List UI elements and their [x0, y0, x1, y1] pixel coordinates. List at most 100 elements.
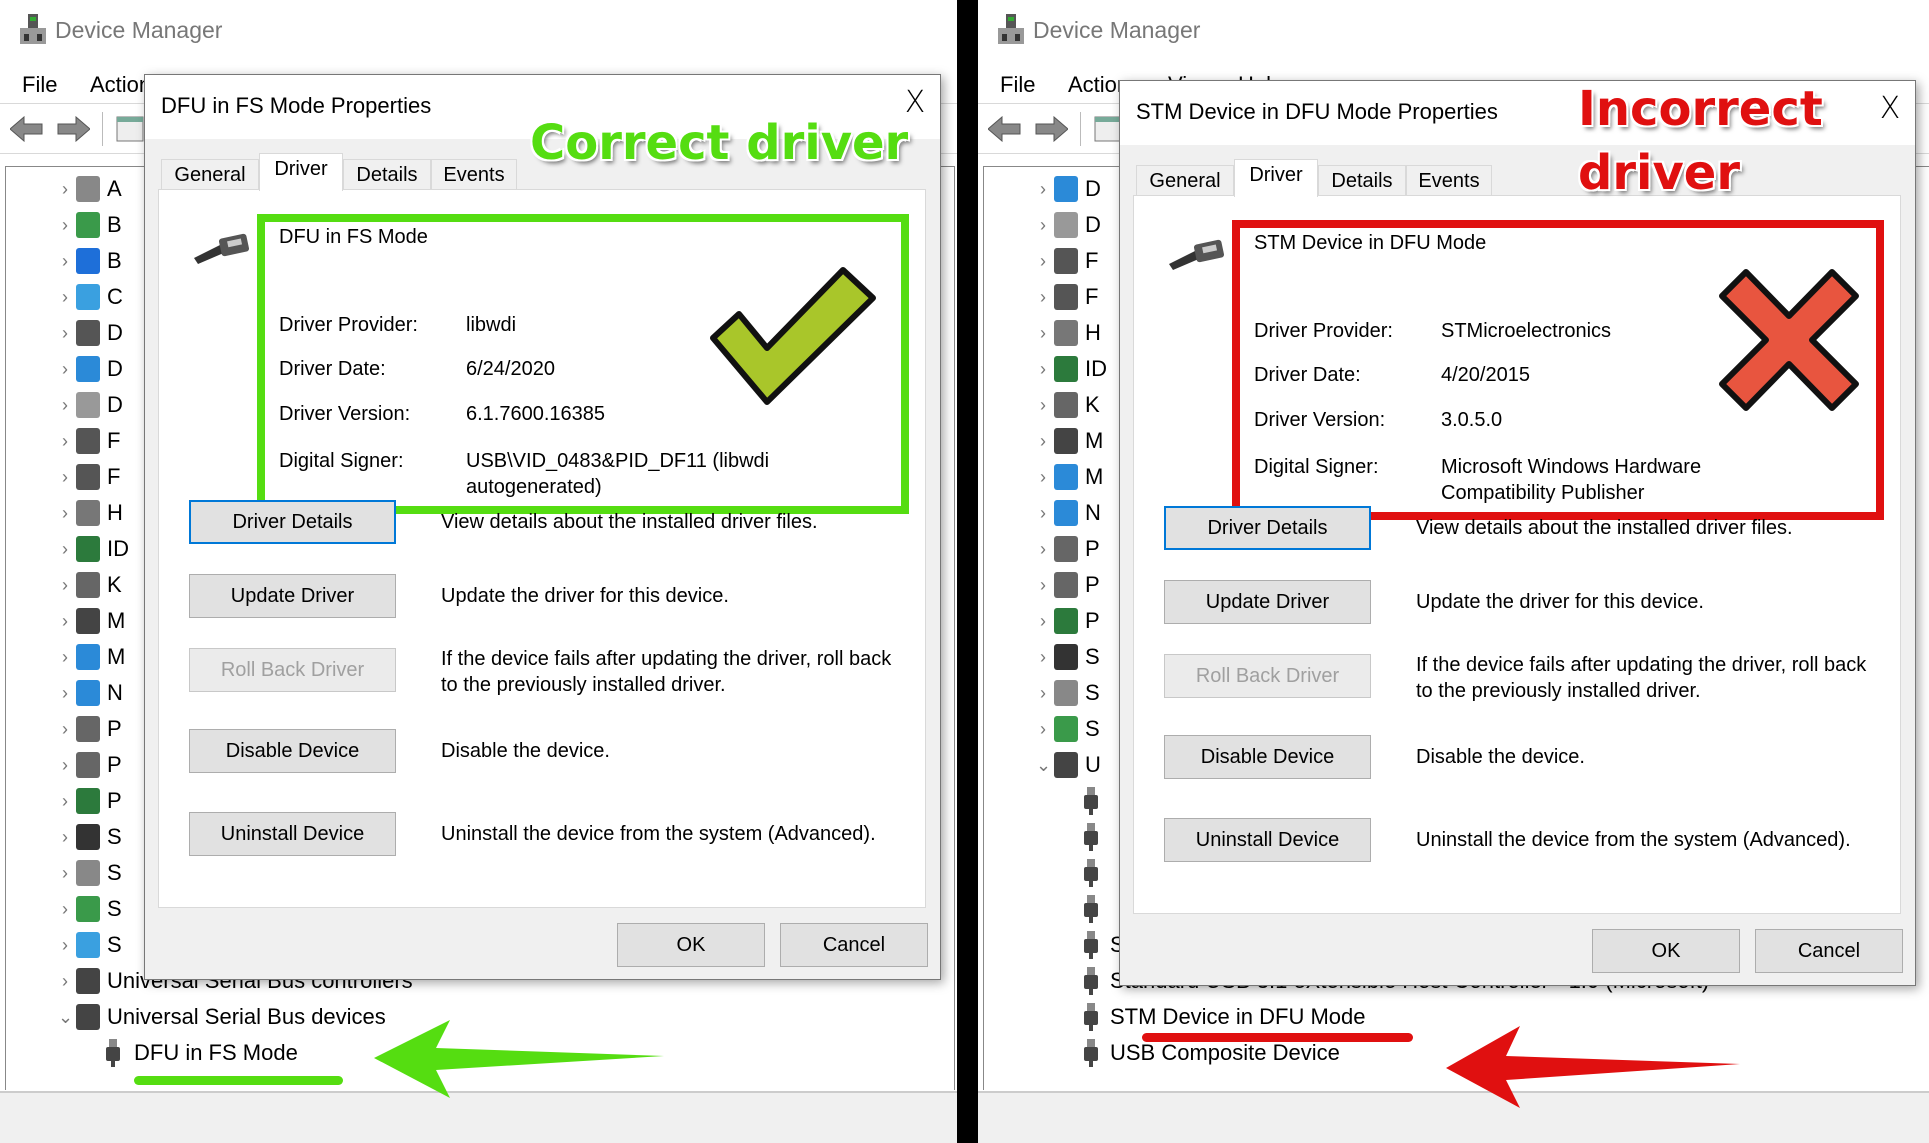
update-driver-button[interactable]: Update Driver — [189, 574, 396, 618]
tree-category-label: F — [1085, 284, 1099, 309]
chevron-right-icon[interactable]: › — [62, 423, 68, 459]
usb-plug-icon — [1084, 823, 1098, 851]
chevron-right-icon[interactable]: › — [62, 495, 68, 531]
menu-action[interactable]: Action — [90, 72, 151, 98]
chevron-right-icon[interactable]: › — [1040, 351, 1046, 387]
chevron-right-icon[interactable]: › — [62, 171, 68, 207]
chevron-right-icon[interactable]: › — [1040, 675, 1046, 711]
chevron-right-icon[interactable]: › — [1040, 279, 1046, 315]
chevron-right-icon[interactable]: › — [62, 711, 68, 747]
forward-arrow-icon[interactable] — [56, 116, 90, 142]
tree-category-label: D — [1085, 212, 1101, 237]
device-category-icon — [76, 824, 100, 850]
chevron-right-icon[interactable]: › — [62, 567, 68, 603]
roll-back-driver-button: Roll Back Driver — [189, 648, 396, 692]
dialog-title: DFU in FS Mode Properties — [161, 93, 432, 118]
disable-device-button[interactable]: Disable Device — [189, 729, 396, 773]
chevron-right-icon[interactable]: › — [1040, 639, 1046, 675]
ok-button[interactable]: OK — [617, 923, 765, 967]
tab-events[interactable]: Events — [1406, 165, 1492, 197]
tree-category-label: H — [107, 500, 123, 525]
chevron-right-icon[interactable]: › — [1040, 423, 1046, 459]
chevron-right-icon[interactable]: › — [1040, 495, 1046, 531]
forward-arrow-icon[interactable] — [1034, 116, 1068, 142]
device-category-icon — [76, 536, 100, 562]
cancel-button[interactable]: Cancel — [1755, 929, 1903, 973]
tree-category-label: U — [1085, 752, 1101, 777]
tab-general[interactable]: General — [1136, 165, 1234, 197]
chevron-right-icon[interactable]: › — [1040, 567, 1046, 603]
chevron-right-icon[interactable]: › — [62, 783, 68, 819]
chevron-down-icon[interactable]: ⌄ — [58, 999, 73, 1035]
properties-icon[interactable] — [1094, 116, 1122, 142]
chevron-right-icon[interactable]: › — [62, 207, 68, 243]
chevron-right-icon[interactable]: › — [62, 351, 68, 387]
chevron-right-icon[interactable]: › — [1040, 387, 1046, 423]
ok-button[interactable]: OK — [1592, 929, 1740, 973]
properties-icon[interactable] — [116, 116, 144, 142]
tab-events[interactable]: Events — [431, 159, 517, 191]
tree-category-label: K — [107, 572, 122, 597]
tab-driver[interactable]: Driver — [259, 153, 343, 191]
chevron-right-icon[interactable]: › — [62, 315, 68, 351]
menu-file[interactable]: File — [22, 72, 57, 98]
tree-category-label: D — [107, 356, 123, 381]
device-category-icon — [76, 932, 100, 958]
chevron-right-icon[interactable]: › — [1040, 603, 1046, 639]
chevron-down-icon[interactable]: ⌄ — [1036, 747, 1051, 783]
chevron-right-icon[interactable]: › — [1040, 459, 1046, 495]
uninstall-device-button[interactable]: Uninstall Device — [189, 812, 396, 856]
back-arrow-icon[interactable] — [10, 116, 44, 142]
cancel-button[interactable]: Cancel — [780, 923, 928, 967]
chevron-right-icon[interactable]: › — [1040, 531, 1046, 567]
field-value: USB\VID_0483&PID_DF11 (libwdi autogenera… — [466, 450, 770, 498]
chevron-right-icon[interactable]: › — [1040, 207, 1046, 243]
button-description: View details about the installed driver … — [1416, 517, 1793, 539]
chevron-right-icon[interactable]: › — [62, 639, 68, 675]
tree-category-label: P — [107, 752, 122, 777]
driver-details-button[interactable]: Driver Details — [189, 500, 396, 544]
chevron-right-icon[interactable]: › — [62, 963, 68, 999]
close-button[interactable]: X — [1872, 91, 1908, 126]
disable-device-button[interactable]: Disable Device — [1164, 735, 1371, 779]
tab-details[interactable]: Details — [1318, 165, 1406, 197]
highlighted-device[interactable]: STM Device in DFU Mode — [984, 999, 1884, 1035]
chevron-right-icon[interactable]: › — [62, 459, 68, 495]
tab-general[interactable]: General — [161, 159, 259, 191]
chevron-right-icon[interactable]: › — [62, 855, 68, 891]
chevron-right-icon[interactable]: › — [1040, 171, 1046, 207]
device-category-icon — [76, 644, 100, 670]
chevron-right-icon[interactable]: › — [62, 279, 68, 315]
chevron-right-icon[interactable]: › — [62, 747, 68, 783]
chevron-right-icon[interactable]: › — [62, 675, 68, 711]
field-label: Driver Date: — [1254, 364, 1361, 386]
uninstall-device-button[interactable]: Uninstall Device — [1164, 818, 1371, 862]
menu-file[interactable]: File — [1000, 72, 1035, 98]
chevron-right-icon[interactable]: › — [62, 927, 68, 963]
device-category-icon — [76, 1004, 100, 1030]
tree-category-label: S — [107, 824, 122, 849]
chevron-right-icon[interactable]: › — [62, 603, 68, 639]
device-category-icon — [1054, 356, 1078, 382]
chevron-right-icon[interactable]: › — [62, 819, 68, 855]
device-category-icon — [76, 572, 100, 598]
chevron-right-icon[interactable]: › — [62, 243, 68, 279]
tab-driver[interactable]: Driver — [1234, 159, 1318, 197]
field-label: Driver Version: — [279, 403, 411, 425]
chevron-right-icon[interactable]: › — [62, 387, 68, 423]
annotation-label: driver — [1578, 145, 1740, 201]
device-category-icon — [76, 608, 100, 634]
chevron-right-icon[interactable]: › — [1040, 315, 1046, 351]
usb-plug-icon — [1084, 931, 1098, 959]
tree-device[interactable]: USB Composite Device — [984, 1035, 1884, 1071]
tab-details[interactable]: Details — [343, 159, 431, 191]
button-description: Disable the device. — [441, 740, 610, 762]
update-driver-button[interactable]: Update Driver — [1164, 580, 1371, 624]
chevron-right-icon[interactable]: › — [62, 891, 68, 927]
back-arrow-icon[interactable] — [988, 116, 1022, 142]
chevron-right-icon[interactable]: › — [62, 531, 68, 567]
usb-plug-icon — [1084, 787, 1098, 815]
driver-details-button[interactable]: Driver Details — [1164, 506, 1371, 550]
chevron-right-icon[interactable]: › — [1040, 711, 1046, 747]
chevron-right-icon[interactable]: › — [1040, 243, 1046, 279]
